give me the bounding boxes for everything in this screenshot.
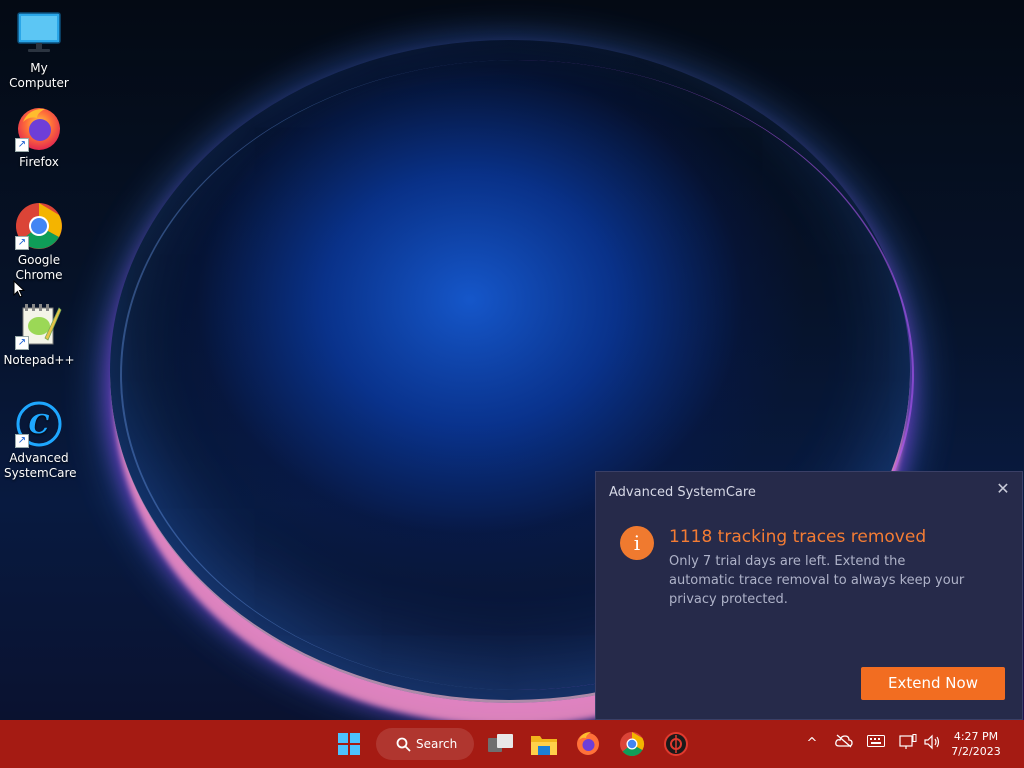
search-icon [396, 737, 411, 752]
desktop-icon-label: Firefox [19, 155, 59, 169]
notepad-plus-plus-icon: ↗ [15, 302, 63, 350]
info-icon: i [620, 526, 654, 560]
svg-text:C: C [29, 410, 50, 440]
volume-icon[interactable] [922, 734, 942, 754]
desktop-icon-label: Google Chrome [15, 253, 63, 282]
shortcut-arrow-icon: ↗ [15, 236, 29, 250]
extend-now-button[interactable]: Extend Now [861, 667, 1005, 700]
firefox-icon: ↗ [15, 104, 63, 152]
clock-time: 4:27 PM [953, 730, 999, 743]
firefox-icon[interactable] [570, 726, 606, 762]
taskbar-clock[interactable]: 4:27 PM 7/2/2023 [946, 729, 1006, 759]
desktop-icon-firefox[interactable]: ↗ Firefox [0, 104, 78, 170]
desktop-icon-label: Notepad++ [3, 353, 75, 367]
cloud-offline-icon[interactable] [834, 734, 854, 754]
notification-popup: Advanced SystemCare ✕ i 1118 tracking tr… [595, 471, 1023, 720]
advanced-systemcare-icon[interactable] [658, 726, 694, 762]
taskbar: Search ^ 4:27 PM 7/2/2023 [0, 720, 1024, 768]
monitor-icon [15, 10, 63, 58]
windows-start-icon[interactable] [331, 726, 367, 762]
notification-body: Only 7 trial days are left. Extend the a… [669, 554, 965, 607]
file-explorer-icon[interactable] [526, 726, 562, 762]
tray-overflow-chevron-icon[interactable]: ^ [802, 734, 822, 754]
desktop-background: My Computer ↗ Firefox ↗ Google Chrome ↗ … [0, 0, 1024, 720]
close-icon[interactable]: ✕ [994, 480, 1012, 498]
chrome-icon[interactable] [614, 726, 650, 762]
search-label: Search [416, 737, 458, 751]
shortcut-arrow-icon: ↗ [15, 138, 29, 152]
shortcut-arrow-icon: ↗ [15, 336, 29, 350]
notification-headline: 1118 tracking traces removed [669, 527, 927, 547]
network-icon[interactable] [898, 734, 918, 754]
advanced-systemcare-icon: C ↗ [15, 400, 63, 448]
desktop-icon-label: Advanced SystemCare [4, 451, 77, 480]
shortcut-arrow-icon: ↗ [15, 434, 29, 448]
taskbar-search[interactable]: Search [376, 728, 474, 760]
desktop-icon-chrome[interactable]: ↗ Google Chrome [0, 202, 78, 283]
keyboard-icon[interactable] [866, 734, 886, 754]
task-view-icon[interactable] [482, 726, 518, 762]
desktop-icon-notepad-plus-plus[interactable]: ↗ Notepad++ [0, 302, 78, 368]
desktop-icon-my-computer[interactable]: My Computer [0, 10, 78, 91]
desktop-icon-advanced-systemcare[interactable]: C ↗ Advanced SystemCare [0, 400, 78, 481]
chrome-icon: ↗ [15, 202, 63, 250]
notification-app-name: Advanced SystemCare [609, 485, 756, 500]
desktop-icon-label: My Computer [9, 61, 69, 90]
clock-date: 7/2/2023 [951, 745, 1001, 758]
